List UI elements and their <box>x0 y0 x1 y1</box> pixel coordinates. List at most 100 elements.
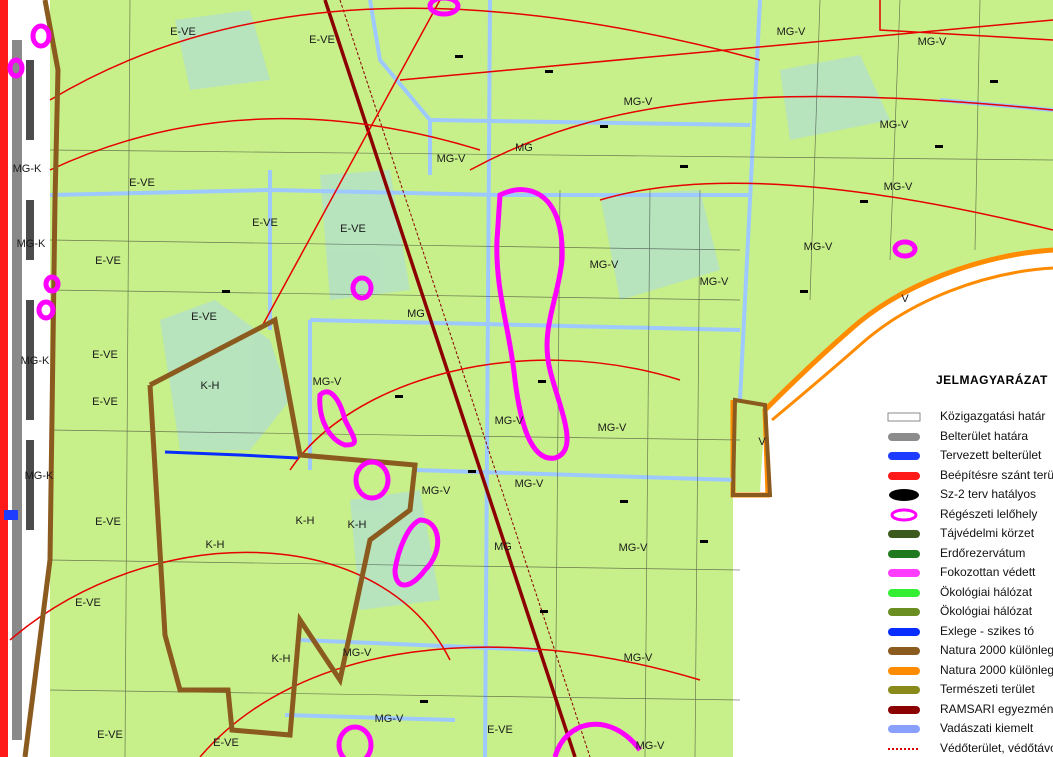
zone-label: MG-V <box>422 485 451 497</box>
zone-label: MG-V <box>700 276 729 288</box>
zone-label: MG <box>407 308 425 320</box>
zone-label: MG <box>494 541 512 553</box>
zone-label: E-VE <box>191 311 217 323</box>
legend-item: Tájvédelmi körzet <box>884 525 1053 543</box>
legend-item: Ökológiai hálózat <box>884 603 1053 621</box>
legend-item: Beépítésre szánt terület <box>884 467 1053 485</box>
legend-symbol <box>889 489 919 501</box>
legend-label: Erdőrezervátum <box>940 545 1026 560</box>
zone-label: E-VE <box>75 597 101 609</box>
legend-label: Régészeti lelőhely <box>940 506 1038 521</box>
zone-label: MG-K <box>25 470 54 482</box>
zone-label: E-VE <box>309 34 335 46</box>
zone-label: MG-V <box>375 713 404 725</box>
legend-item: Fokozottan védett <box>884 564 1053 582</box>
legend-label: Vadászati kiemelt <box>940 721 1034 735</box>
legend-item: Vadászati kiemelt <box>884 720 1053 738</box>
zone-label: MG-V <box>590 259 619 271</box>
legend-label: RAMSARI egyezmény <box>940 701 1053 716</box>
legend-item: Régészeti lelőhely <box>884 506 1053 524</box>
zone-label: MG-V <box>777 26 806 38</box>
zone-label: E-VE <box>97 729 123 741</box>
legend-label: Ökológiai hálózat <box>940 604 1033 618</box>
legend-symbol <box>888 705 920 714</box>
zone-label: MG-K <box>21 355 50 367</box>
legend-label: Exlege - szikes tó <box>940 623 1035 638</box>
zone-label: V <box>901 293 909 305</box>
legend-symbol <box>888 530 920 538</box>
legend-label: Sz-2 terv hatályos <box>940 487 1037 501</box>
legend-item: Belterület határa <box>884 428 1053 446</box>
legend-label: Fokozottan védett <box>940 565 1036 579</box>
legend-symbol <box>890 508 918 521</box>
legend-item: RAMSARI egyezmény <box>884 701 1053 719</box>
legend-label: Közigazgatási határ <box>940 409 1046 423</box>
legend-item: Sz-2 terv hatályos <box>884 486 1053 504</box>
zone-label: E-VE <box>487 724 513 736</box>
zone-label: MG-K <box>17 238 46 250</box>
legend-label: Tájvédelmi körzet <box>940 526 1035 540</box>
legend-symbol <box>888 452 920 460</box>
zone-label: K-H <box>272 653 291 665</box>
legend-item: Natura 2000 különleges <box>884 642 1053 660</box>
zone-label: MG-V <box>619 542 648 554</box>
legend-symbol <box>888 608 920 616</box>
legend-item: Tervezett belterület <box>884 447 1053 465</box>
legend-item: Exlege - szikes tó <box>884 623 1053 641</box>
legend-label: Natura 2000 különleges <box>940 662 1053 677</box>
settlement-strip <box>0 0 50 757</box>
zone-label: K-H <box>348 519 367 531</box>
zone-label: E-VE <box>92 396 118 408</box>
zone-label: MG-V <box>437 153 466 165</box>
legend-label: Beépítésre szánt terület <box>940 467 1053 482</box>
zone-label: MG-V <box>343 647 372 659</box>
legend-symbol <box>888 747 920 750</box>
legend-label: Belterület határa <box>940 428 1029 443</box>
zone-label: MG-V <box>918 36 947 48</box>
zone-label: MG-V <box>624 96 653 108</box>
zone-label: MG-V <box>880 119 909 131</box>
legend-symbol <box>887 412 921 422</box>
legend-item: Natura 2000 különleges <box>884 662 1053 680</box>
zone-label: MG-V <box>624 652 653 664</box>
legend-label: Ökológiai hálózat <box>940 584 1033 599</box>
legend-label: Védőterület, védőtávolság <box>940 740 1053 755</box>
zone-label: K-H <box>201 380 220 392</box>
legend-symbol <box>888 588 920 597</box>
zone-label: MG-V <box>515 478 544 490</box>
legend-symbol <box>888 647 920 655</box>
zone-label: E-VE <box>170 26 196 38</box>
legend-symbol <box>888 666 920 675</box>
legend-label: Natura 2000 különleges <box>940 643 1053 657</box>
zone-label: E-VE <box>95 516 121 528</box>
legend-label: Tervezett belterület <box>940 448 1042 462</box>
zone-label: MG-V <box>636 740 665 752</box>
legend-item: Erdőrezervátum <box>884 545 1053 563</box>
legend-item: Védőterület, védőtávolság <box>884 740 1053 757</box>
legend-title: JELMAGYARÁZAT <box>936 373 1048 387</box>
zone-label: K-H <box>296 515 315 527</box>
zone-label: E-VE <box>129 177 155 189</box>
legend-label: Természeti terület <box>940 682 1035 696</box>
zone-label: MG-K <box>13 163 42 175</box>
zone-label: MG-V <box>804 241 833 253</box>
legend-symbol <box>888 627 920 636</box>
legend-item: Természeti terület <box>884 681 1053 699</box>
zone-label: E-VE <box>340 223 366 235</box>
zone-label: E-VE <box>92 349 118 361</box>
zone-label: MG-V <box>598 422 627 434</box>
zone-label: E-VE <box>213 737 239 749</box>
zone-label: K-H <box>206 539 225 551</box>
legend-symbol <box>888 569 920 577</box>
zone-label: E-VE <box>252 217 278 229</box>
legend-symbol <box>888 725 920 733</box>
legend-symbol <box>888 549 920 558</box>
legend-panel: JELMAGYARÁZAT Közigazgatási határ Belterü… <box>880 370 1053 757</box>
zone-label: MG <box>515 142 533 154</box>
zone-label: V <box>758 436 766 448</box>
zone-label: MG-V <box>313 376 342 388</box>
zone-label: E-VE <box>95 255 121 267</box>
legend-item: Ökológiai hálózat <box>884 584 1053 602</box>
legend-symbol <box>888 432 920 441</box>
legend-symbol <box>888 471 920 480</box>
